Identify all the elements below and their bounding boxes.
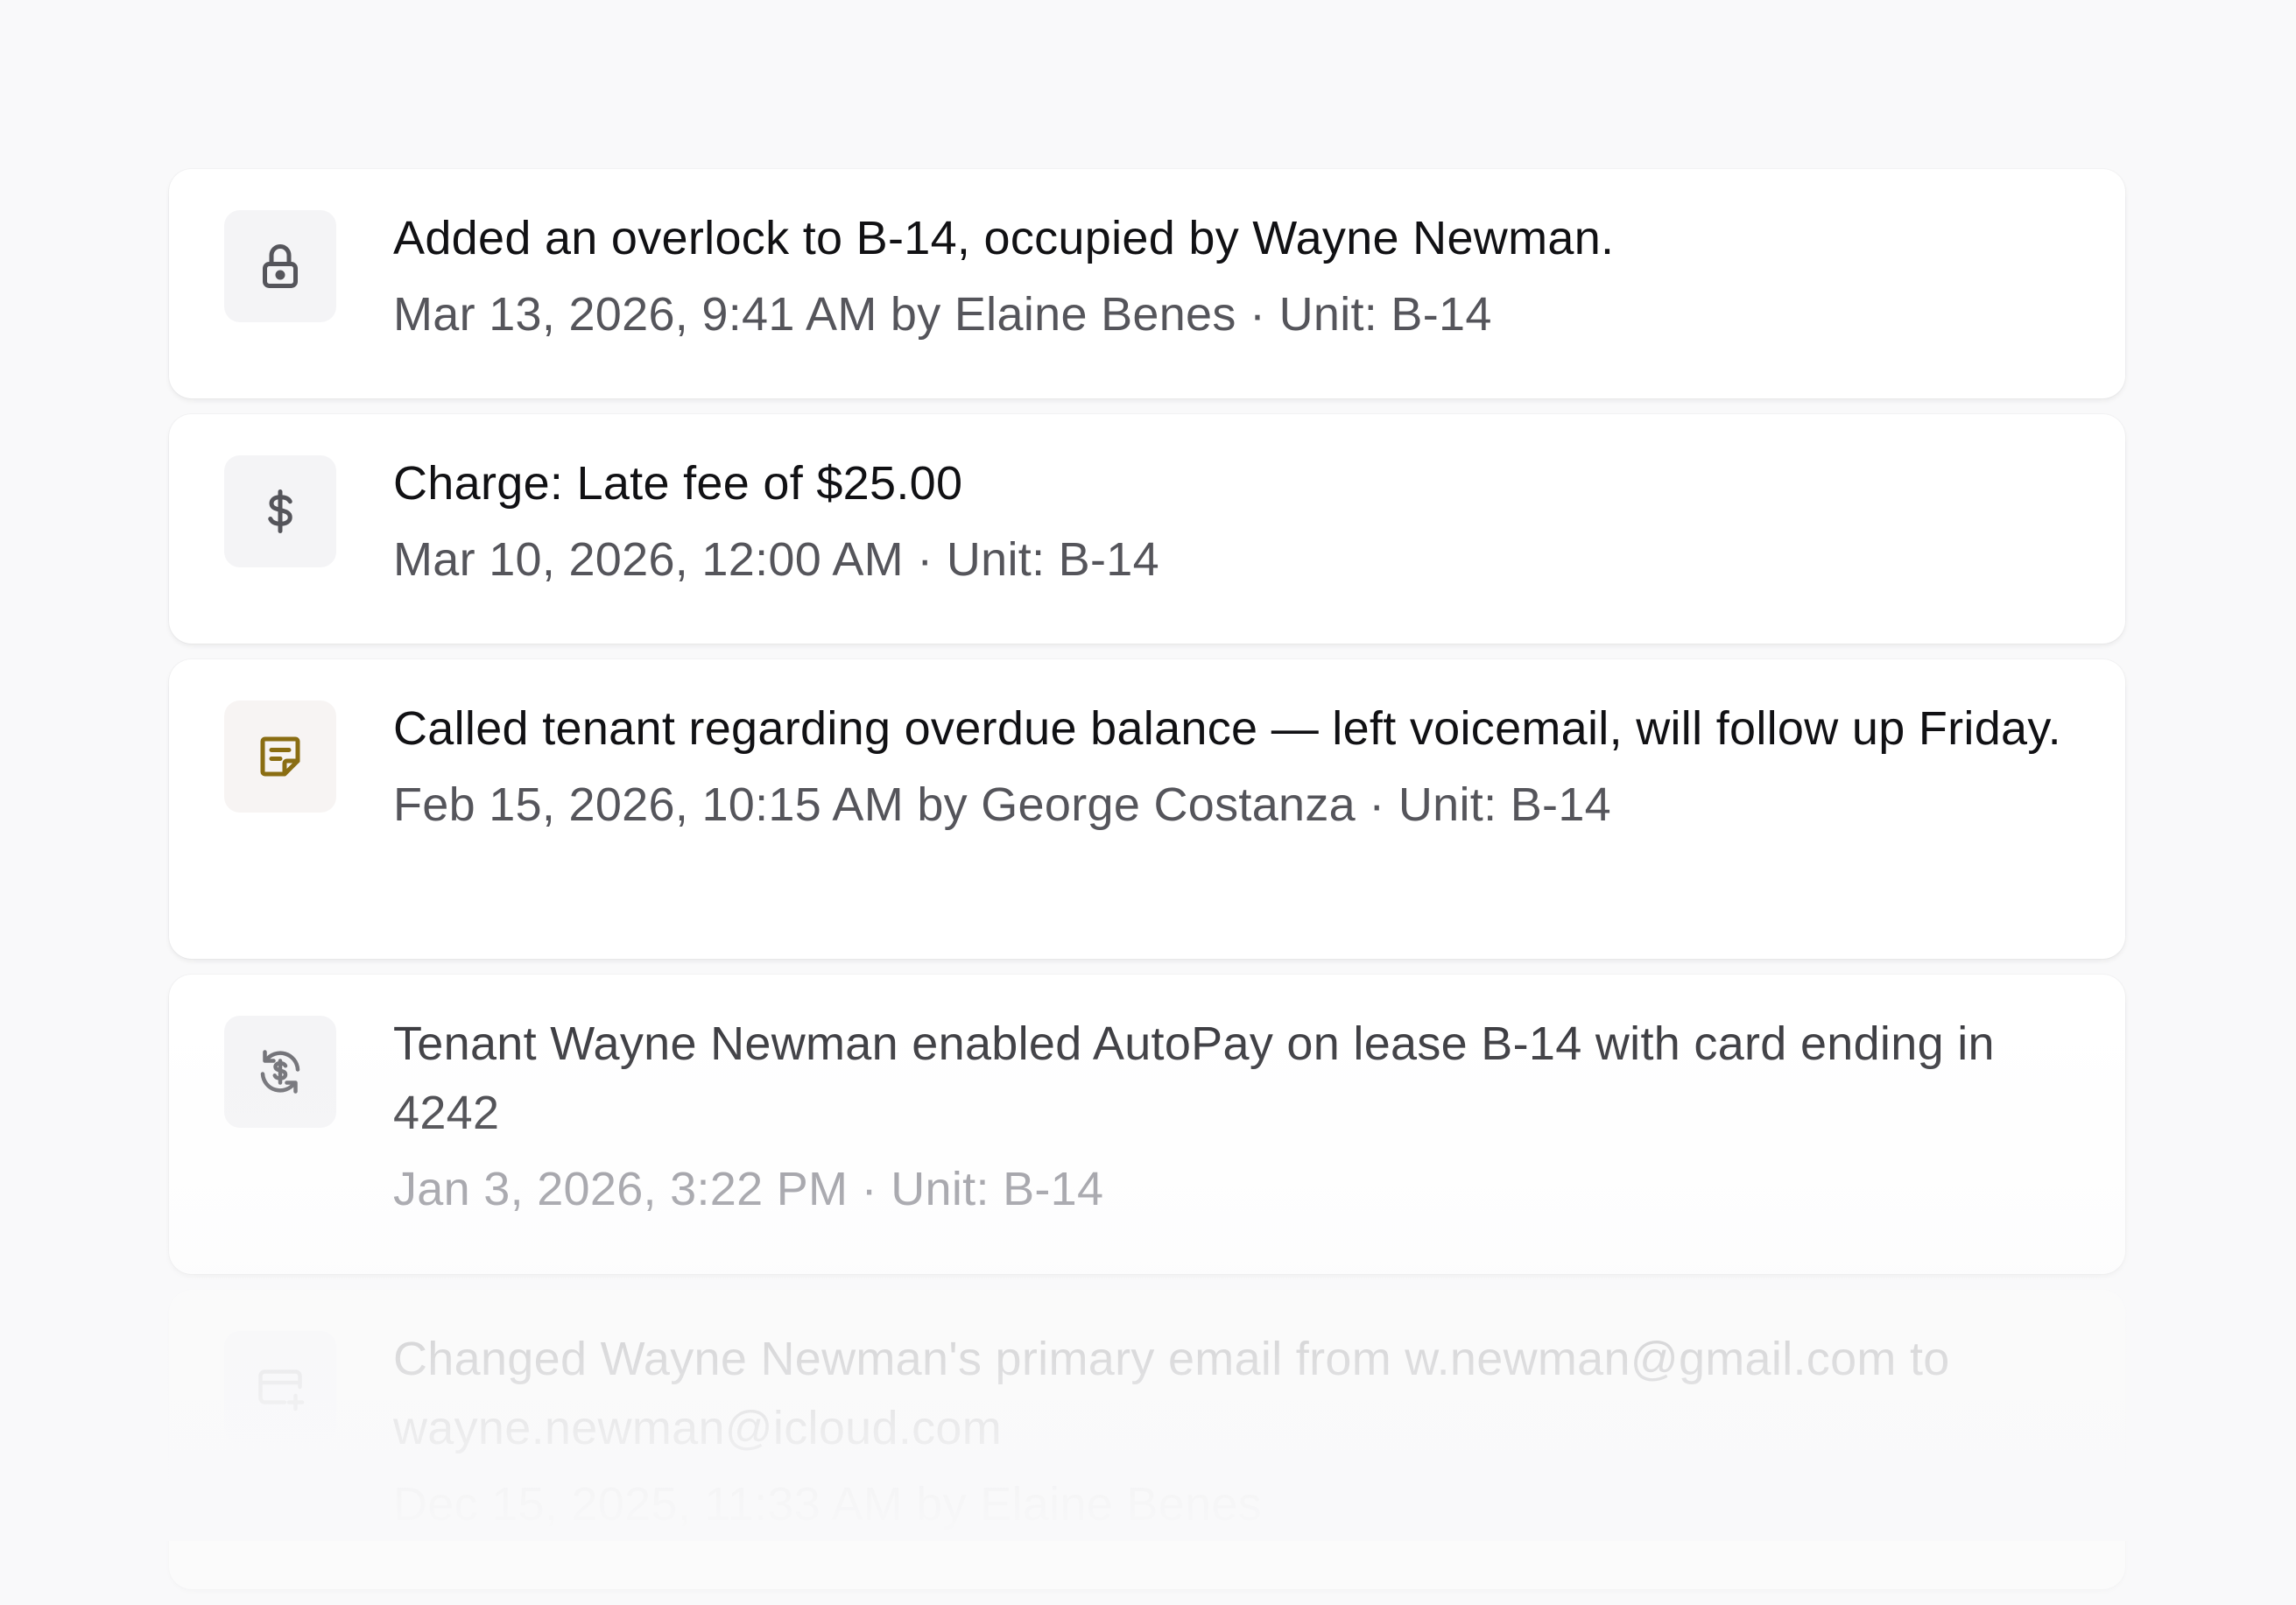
activity-title: Added an overlock to B-14, occupied by W…	[393, 212, 1615, 264]
activity-meta: Feb 15, 2026, 10:15 AM by George Costanz…	[393, 778, 1611, 831]
activity-title: Changed Wayne Newman's primary email fro…	[393, 1333, 1950, 1454]
activity-meta: Jan 3, 2026, 3:22 PM · Unit: B-14	[393, 1163, 1104, 1215]
autopay-icon	[224, 1016, 336, 1128]
activity-title: Tenant Wayne Newman enabled AutoPay on l…	[393, 1017, 1995, 1139]
activity-feed: Added an overlock to B-14, occupied by W…	[169, 169, 2125, 1605]
activity-item[interactable]: Added an overlock to B-14, occupied by W…	[169, 169, 2125, 398]
activity-meta: Mar 10, 2026, 12:00 AM · Unit: B-14	[393, 533, 1159, 586]
activity-item[interactable]: Tenant Wayne Newman enabled AutoPay on l…	[169, 975, 2125, 1274]
activity-item[interactable]: Called tenant regarding overdue balance …	[169, 659, 2125, 959]
top-fade	[0, 0, 2296, 140]
activity-item[interactable]: Charge: Late fee of $25.00 Mar 10, 2026,…	[169, 414, 2125, 644]
activity-title: Charge: Late fee of $25.00	[393, 457, 963, 510]
dollar-icon	[224, 455, 336, 567]
activity-title: Called tenant regarding overdue balance …	[393, 702, 2061, 755]
card-add-icon	[224, 1331, 336, 1443]
lock-icon	[224, 210, 336, 322]
activity-meta: Dec 15, 2025, 11:33 AM by Elaine Benes	[393, 1478, 1263, 1531]
activity-item[interactable]: Changed Wayne Newman's primary email fro…	[169, 1290, 2125, 1589]
activity-meta: Mar 13, 2026, 9:41 AM by Elaine Benes · …	[393, 288, 1492, 341]
note-icon	[224, 700, 336, 813]
